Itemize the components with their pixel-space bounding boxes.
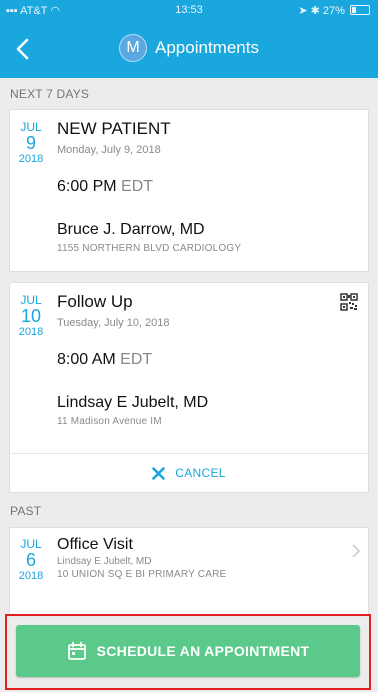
doctor-name: Lindsay E Jubelt, MD <box>57 394 209 411</box>
appointment-type: Office Visit <box>57 536 133 553</box>
battery-icon <box>350 5 370 15</box>
cancel-label: CANCEL <box>175 466 226 480</box>
time-value: 8:00 AM <box>57 351 116 368</box>
time-zone: EDT <box>120 351 153 368</box>
clinic-location: 1155 NORTHERN BLVD CARDIOLOGY <box>57 243 242 254</box>
date-column: JUL 10 2018 <box>10 293 52 338</box>
status-right: ➤ ✱ 27% <box>298 4 370 17</box>
chevron-right-icon <box>352 544 360 558</box>
date-year: 2018 <box>18 570 44 582</box>
status-bar: ▪▪▪ AT&T ◠ 13:53 ➤ ✱ 27% <box>0 0 378 20</box>
appointment-card[interactable]: JUL 9 2018 NEW PATIENT Monday, July 9, 2… <box>9 109 369 272</box>
date-column: JUL 6 2018 <box>10 537 52 582</box>
date-day: 6 <box>25 550 36 570</box>
appointment-type: Follow Up <box>57 292 133 311</box>
cancel-button[interactable]: CANCEL <box>10 453 368 492</box>
schedule-highlight: SCHEDULE AN APPOINTMENT <box>5 614 371 690</box>
doctor-name: Lindsay E Jubelt, MD <box>57 556 152 567</box>
battery-percent: 27% <box>322 5 345 17</box>
appointment-date: Tuesday, July 10, 2018 <box>57 317 170 329</box>
section-next-7-days: NEXT 7 DAYS <box>0 78 378 108</box>
clinic-location: 10 UNION SQ E BI PRIMARY CARE <box>57 569 227 580</box>
page-title: Appointments <box>155 38 259 57</box>
section-past: PAST <box>0 495 378 525</box>
location-arrow-icon: ➤ <box>298 5 308 17</box>
bluetooth-icon: ✱ <box>310 5 320 17</box>
date-year: 2018 <box>18 153 44 165</box>
appointment-type: NEW PATIENT <box>57 119 171 138</box>
date-day: 9 <box>25 133 36 153</box>
appointment-time: 6:00 PM EDT <box>57 178 153 196</box>
time-zone: EDT <box>121 178 154 195</box>
date-column: JUL 9 2018 <box>10 120 52 165</box>
avatar[interactable]: M <box>119 34 148 62</box>
calendar-icon <box>67 641 87 661</box>
schedule-appointment-button[interactable]: SCHEDULE AN APPOINTMENT <box>16 625 360 677</box>
nav-center: M Appointments <box>0 34 378 62</box>
appointment-time: 8:00 AM EDT <box>57 351 152 369</box>
time-value: 6:00 PM <box>57 178 117 195</box>
nav-bar: M Appointments <box>0 20 378 78</box>
clinic-location: 11 Madison Avenue IM <box>57 416 162 427</box>
battery-fill <box>352 7 356 13</box>
date-year: 2018 <box>18 326 44 338</box>
appointment-date: Monday, July 9, 2018 <box>57 144 161 156</box>
date-day: 10 <box>20 306 42 326</box>
date-month: JUL <box>20 120 42 134</box>
qr-code-icon[interactable] <box>340 293 358 311</box>
date-month: JUL <box>20 537 42 551</box>
close-icon <box>152 466 166 480</box>
schedule-appointment-label: SCHEDULE AN APPOINTMENT <box>96 643 310 659</box>
date-month: JUL <box>20 293 42 307</box>
appointment-card[interactable]: JUL 10 2018 Follow Up Tuesday, July 10, … <box>9 282 369 493</box>
doctor-name: Bruce J. Darrow, MD <box>57 221 205 238</box>
past-appointment-card[interactable]: JUL 6 2018 Office Visit Lindsay E Jubelt… <box>9 527 369 617</box>
